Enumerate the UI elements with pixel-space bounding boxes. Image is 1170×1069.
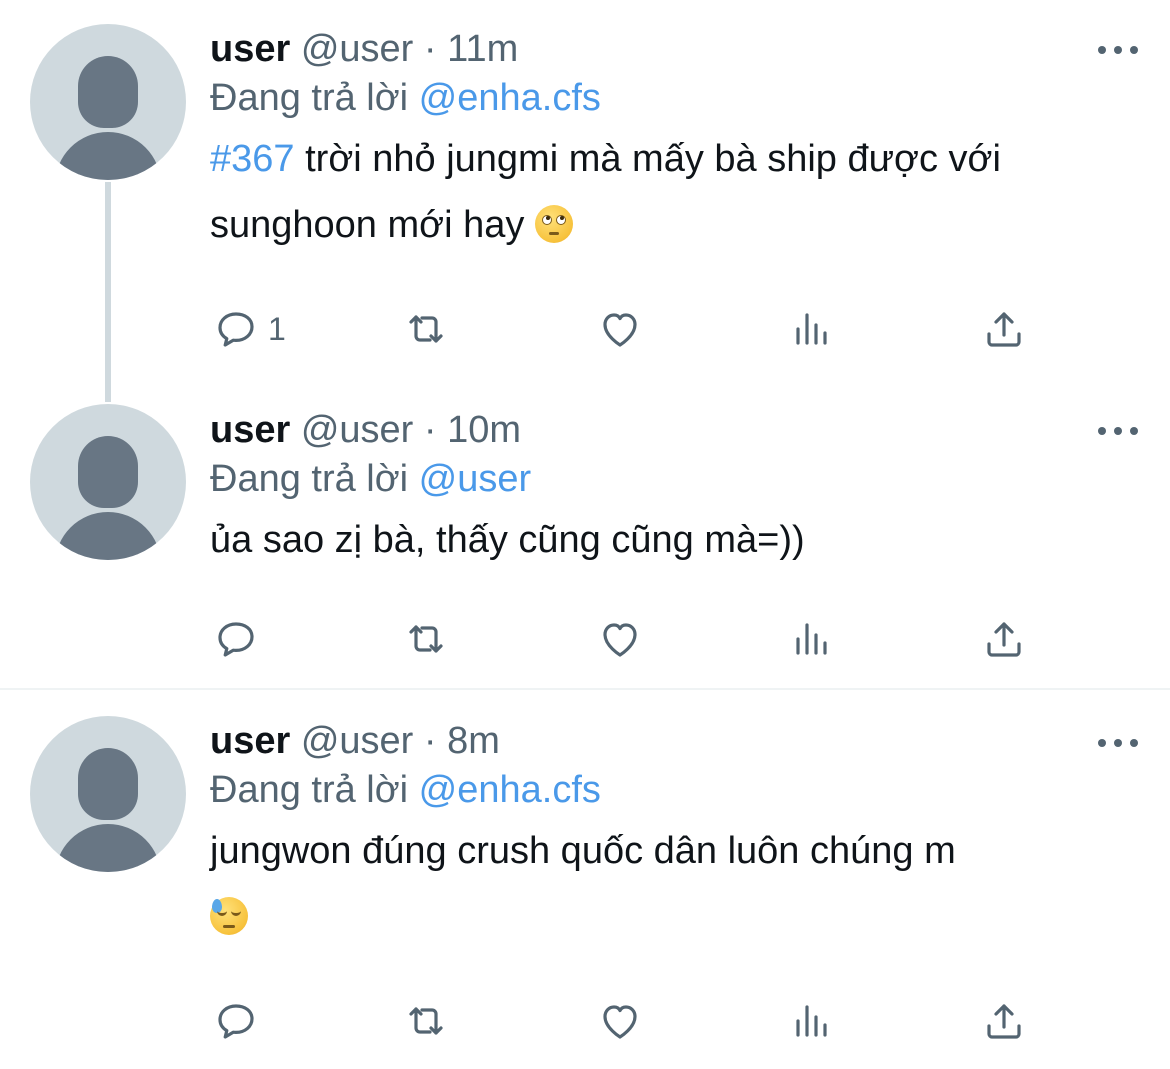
tweet-body: trời nhỏ jungmi mà mấy bà ship được với … — [210, 138, 1001, 246]
user-handle[interactable]: @user — [301, 28, 414, 70]
avatar-body-shape — [55, 512, 161, 560]
tweet-text: #367 trời nhỏ jungmi mà mấy bà ship được… — [210, 126, 1140, 258]
views-icon — [796, 1005, 827, 1037]
reply-icon — [218, 1004, 254, 1039]
like-button[interactable] — [596, 614, 644, 664]
user-handle[interactable]: @user — [301, 720, 414, 762]
replying-to-line: Đang trả lời @enha.cfs — [210, 764, 1140, 816]
retweet-icon — [409, 315, 443, 343]
replying-prefix: Đang trả lời — [210, 769, 409, 811]
more-icon[interactable] — [1098, 425, 1138, 437]
avatar[interactable] — [30, 404, 186, 560]
thread-connector-line — [105, 182, 111, 402]
views-button[interactable] — [788, 996, 836, 1046]
heart-icon — [603, 623, 637, 657]
display-name[interactable]: user — [210, 409, 290, 451]
display-name[interactable]: user — [210, 28, 290, 70]
tweet[interactable]: user @user · 10m Đang trả lời @user ủa s… — [0, 402, 1170, 688]
action-bar — [210, 614, 1040, 664]
avatar[interactable] — [30, 24, 186, 180]
tweet-header: user @user · 10m — [210, 407, 1140, 453]
tweet-text: jungwon đúng crush quốc dân luôn chúng m — [210, 818, 1140, 950]
reply-button[interactable] — [212, 996, 260, 1046]
like-button[interactable] — [596, 304, 644, 354]
tweet[interactable]: user @user · 11m Đang trả lời @enha.cfs … — [0, 0, 1170, 402]
display-name[interactable]: user — [210, 720, 290, 762]
heart-icon — [603, 1005, 637, 1039]
face-with-rolling-eyes-icon — [534, 205, 573, 243]
retweet-button[interactable] — [402, 996, 450, 1046]
timestamp[interactable]: 10m — [447, 409, 521, 451]
mention-link[interactable]: @enha.cfs — [419, 77, 601, 119]
heart-icon — [603, 313, 637, 347]
tweet[interactable]: user @user · 8m Đang trả lời @enha.cfs j… — [0, 690, 1170, 1069]
action-bar: 1 — [210, 304, 1040, 354]
share-icon — [987, 312, 1021, 347]
replying-prefix: Đang trả lời — [210, 458, 409, 500]
user-handle[interactable]: @user — [301, 409, 414, 451]
separator-dot: · — [423, 720, 437, 762]
reply-button[interactable] — [212, 614, 260, 664]
mention-link[interactable]: @user — [419, 458, 532, 500]
views-icon — [796, 313, 827, 345]
reply-icon — [218, 622, 254, 657]
tweet-header: user @user · 11m — [210, 26, 1140, 72]
views-button[interactable] — [788, 614, 836, 664]
share-icon — [987, 1004, 1021, 1039]
reply-icon — [218, 312, 254, 347]
retweet-icon — [409, 625, 443, 653]
tweet-body: ủa sao zị bà, thấy cũng cũng mà=)) — [210, 519, 805, 561]
hashtag-link[interactable]: #367 — [210, 138, 295, 180]
avatar-body-shape — [55, 824, 161, 872]
timestamp[interactable]: 11m — [447, 28, 518, 70]
views-icon — [796, 623, 827, 655]
more-icon[interactable] — [1098, 737, 1138, 749]
like-button[interactable] — [596, 996, 644, 1046]
tweet-header: user @user · 8m — [210, 718, 1140, 764]
share-icon — [987, 622, 1021, 657]
tweet-text: ủa sao zị bà, thấy cũng cũng mà=)) — [210, 507, 1140, 573]
replying-to-line: Đang trả lời @enha.cfs — [210, 72, 1140, 124]
action-bar — [210, 996, 1040, 1046]
share-button[interactable] — [980, 996, 1028, 1046]
tweet-body: jungwon đúng crush quốc dân luôn chúng m — [210, 830, 956, 872]
replying-to-line: Đang trả lời @user — [210, 453, 1140, 505]
retweet-button[interactable] — [402, 614, 450, 664]
avatar-head-shape — [78, 748, 138, 820]
share-button[interactable] — [980, 304, 1028, 354]
retweet-button[interactable] — [402, 304, 450, 354]
avatar[interactable] — [30, 716, 186, 872]
avatar-head-shape — [78, 56, 138, 128]
separator-dot: · — [423, 28, 437, 70]
share-button[interactable] — [980, 614, 1028, 664]
avatar-head-shape — [78, 436, 138, 508]
reply-count: 1 — [268, 310, 286, 347]
more-icon[interactable] — [1098, 44, 1138, 56]
views-button[interactable] — [788, 304, 836, 354]
avatar-body-shape — [55, 132, 161, 180]
timestamp[interactable]: 8m — [447, 720, 500, 762]
downcast-face-with-sweat-icon — [210, 897, 248, 935]
separator-dot: · — [423, 409, 437, 451]
replying-prefix: Đang trả lời — [210, 77, 409, 119]
retweet-icon — [409, 1007, 443, 1035]
mention-link[interactable]: @enha.cfs — [419, 769, 601, 811]
reply-button[interactable]: 1 — [212, 304, 286, 354]
